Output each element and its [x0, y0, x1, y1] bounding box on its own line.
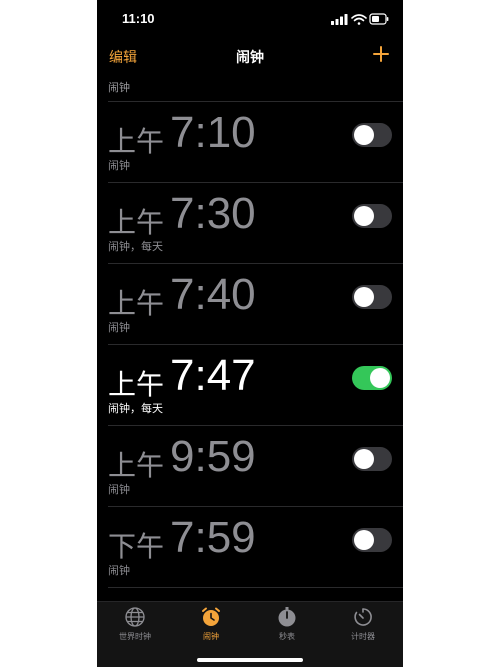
battery-icon: [369, 13, 389, 25]
tab-stopwatch[interactable]: 秒表: [249, 606, 325, 642]
toggle-knob: [354, 125, 374, 145]
home-indicator[interactable]: [197, 658, 303, 662]
alarm-ampm: 上午: [108, 125, 165, 158]
alarm-label: 闹钟: [108, 159, 130, 172]
alarm-row[interactable]: 上午 7:10 闹钟: [108, 102, 403, 183]
tab-label: 闹钟: [203, 632, 219, 641]
plus-icon[interactable]: [370, 43, 392, 65]
alarm-toggle[interactable]: [352, 447, 392, 471]
tab-alarm[interactable]: 闹钟: [173, 606, 249, 642]
toggle-knob: [354, 206, 374, 226]
toggle-knob: [354, 530, 374, 550]
tab-label: 计时器: [351, 632, 375, 641]
alarm-ampm: 上午: [108, 287, 165, 320]
alarm-toggle[interactable]: [352, 285, 392, 309]
alarm-label: 闹钟，每天: [108, 240, 163, 253]
status-bar: 11:10: [97, 0, 403, 40]
tab-label: 世界时钟: [119, 632, 151, 641]
alarm-toggle[interactable]: [352, 204, 392, 228]
alarm-time: 7:40: [170, 270, 256, 319]
timer-icon: [352, 606, 374, 628]
alarm-time: 9:59: [170, 432, 256, 481]
alarm-ampm: 下午: [108, 530, 165, 563]
alarm-toggle[interactable]: [352, 366, 392, 390]
toggle-knob: [370, 368, 390, 388]
alarm-toggle[interactable]: [352, 528, 392, 552]
alarm-row[interactable]: 下午 7:59 闹钟: [108, 507, 403, 588]
wifi-icon: [351, 14, 367, 25]
alarm-row[interactable]: 上午 7:47 闹钟，每天: [108, 345, 403, 426]
alarm-label: 闹钟: [108, 564, 130, 577]
alarm-time: 7:10: [170, 108, 256, 157]
partial-alarm-label: 闹钟: [108, 81, 130, 94]
alarm-ampm: 上午: [108, 206, 165, 239]
alarm-time: 7:30: [170, 189, 256, 238]
alarm-time: 7:47: [170, 351, 256, 400]
signal-icon: [331, 14, 348, 25]
alarm-row[interactable]: 上午 7:40 闹钟: [108, 264, 403, 345]
stopwatch-icon: [276, 606, 298, 628]
alarm-list: 上午 7:10 闹钟 上午 7:30 闹钟，每天 上午 7:40 闹钟 上午 7…: [97, 102, 403, 588]
tab-bar: 世界时钟 闹钟 秒表 计时器: [97, 601, 403, 667]
status-icons: [331, 12, 389, 26]
alarm-row[interactable]: 上午 7:30 闹钟，每天: [108, 183, 403, 264]
alarm-toggle[interactable]: [352, 123, 392, 147]
toggle-knob: [354, 449, 374, 469]
tab-world-clock[interactable]: 世界时钟: [97, 606, 173, 642]
nav-bar: 编辑 闹钟: [97, 40, 403, 72]
alarm-ampm: 上午: [108, 449, 165, 482]
alarm-clock-icon: [200, 606, 222, 628]
toggle-knob: [354, 287, 374, 307]
alarm-label: 闹钟: [108, 321, 130, 334]
page-title: 闹钟: [236, 50, 264, 66]
globe-icon: [124, 606, 146, 628]
phone-screen: 11:10 编辑 闹钟 闹钟 上午 7:10 闹钟 上午 7:30 闹钟，每天 …: [97, 0, 403, 667]
alarm-label: 闹钟，每天: [108, 402, 163, 415]
alarm-time: 7:59: [170, 513, 256, 562]
alarm-row[interactable]: 上午 9:59 闹钟: [108, 426, 403, 507]
tab-timer[interactable]: 计时器: [325, 606, 401, 642]
alarm-label: 闹钟: [108, 483, 130, 496]
tab-label: 秒表: [279, 632, 295, 641]
status-time: 11:10: [122, 11, 155, 26]
alarm-ampm: 上午: [108, 368, 165, 401]
